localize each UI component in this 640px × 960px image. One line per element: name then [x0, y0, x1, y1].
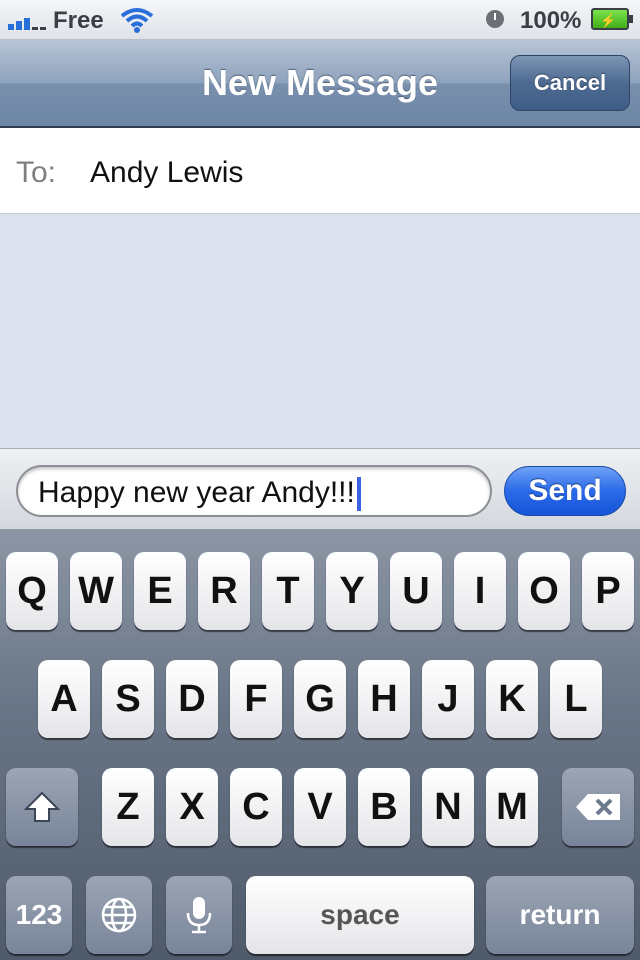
- key-o[interactable]: O: [518, 552, 570, 630]
- key-l[interactable]: L: [550, 660, 602, 738]
- return-key[interactable]: return: [486, 876, 634, 954]
- text-cursor: [356, 477, 361, 512]
- key-p[interactable]: P: [582, 552, 634, 630]
- message-text: Happy new year Andy!!!: [38, 476, 355, 509]
- key-m[interactable]: M: [486, 768, 538, 846]
- recipient-name[interactable]: Andy Lewis: [90, 156, 243, 190]
- message-thread-area: [0, 214, 640, 448]
- to-label: To:: [16, 156, 57, 189]
- microphone-icon: [186, 897, 212, 934]
- key-u[interactable]: U: [390, 552, 442, 630]
- alarm-clock-icon: [486, 10, 504, 28]
- recipient-field[interactable]: To: Andy Lewis: [0, 128, 640, 214]
- key-d[interactable]: D: [166, 660, 218, 738]
- globe-key[interactable]: [86, 876, 152, 954]
- key-y[interactable]: Y: [326, 552, 378, 630]
- send-button[interactable]: Send: [504, 466, 626, 516]
- key-t[interactable]: T: [262, 552, 314, 630]
- battery-percentage: 100%: [520, 7, 582, 34]
- key-h[interactable]: H: [358, 660, 410, 738]
- status-bar: Free 100% ⚡: [0, 0, 640, 40]
- key-r[interactable]: R: [198, 552, 250, 630]
- space-key[interactable]: space: [246, 876, 474, 954]
- key-i[interactable]: I: [454, 552, 506, 630]
- globe-icon: [101, 897, 137, 933]
- key-g[interactable]: G: [294, 660, 346, 738]
- key-n[interactable]: N: [422, 768, 474, 846]
- message-input[interactable]: Happy new year Andy!!!: [16, 465, 492, 517]
- key-a[interactable]: A: [38, 660, 90, 738]
- keyboard: Q W E R T Y U I O P A S D F G H J K L Z …: [0, 530, 640, 960]
- backspace-key[interactable]: [562, 768, 634, 846]
- key-w[interactable]: W: [70, 552, 122, 630]
- key-b[interactable]: B: [358, 768, 410, 846]
- key-x[interactable]: X: [166, 768, 218, 846]
- compose-bar: Happy new year Andy!!! Send: [0, 448, 640, 530]
- key-f[interactable]: F: [230, 660, 282, 738]
- shift-key[interactable]: [6, 768, 78, 846]
- battery-charging-icon: ⚡: [591, 8, 633, 30]
- key-e[interactable]: E: [134, 552, 186, 630]
- key-s[interactable]: S: [102, 660, 154, 738]
- key-c[interactable]: C: [230, 768, 282, 846]
- key-q[interactable]: Q: [6, 552, 58, 630]
- navigation-bar: New Message Cancel: [0, 40, 640, 128]
- signal-bars-icon: [8, 12, 48, 30]
- key-k[interactable]: K: [486, 660, 538, 738]
- microphone-key[interactable]: [166, 876, 232, 954]
- carrier-label: Free: [53, 7, 104, 34]
- backspace-icon: [576, 794, 620, 820]
- key-v[interactable]: V: [294, 768, 346, 846]
- key-z[interactable]: Z: [102, 768, 154, 846]
- numbers-key[interactable]: 123: [6, 876, 72, 954]
- shift-icon: [23, 791, 61, 822]
- cancel-button[interactable]: Cancel: [510, 55, 630, 111]
- key-j[interactable]: J: [422, 660, 474, 738]
- wifi-icon: [120, 8, 154, 33]
